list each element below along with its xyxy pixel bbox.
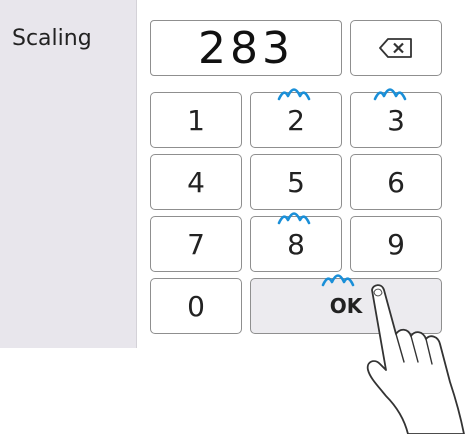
key-5[interactable]: 5 bbox=[250, 154, 342, 210]
key-6[interactable]: 6 bbox=[350, 154, 442, 210]
backspace-icon bbox=[379, 38, 412, 58]
value-display: 283 bbox=[150, 20, 342, 76]
ok-button[interactable]: OK bbox=[250, 278, 442, 334]
key-8[interactable]: 8 bbox=[250, 216, 342, 272]
key-2[interactable]: 2 bbox=[250, 92, 342, 148]
key-9[interactable]: 9 bbox=[350, 216, 442, 272]
key-4[interactable]: 4 bbox=[150, 154, 242, 210]
key-7[interactable]: 7 bbox=[150, 216, 242, 272]
key-0[interactable]: 0 bbox=[150, 278, 242, 334]
setting-label: Scaling bbox=[12, 26, 92, 51]
key-3[interactable]: 3 bbox=[350, 92, 442, 148]
key-1[interactable]: 1 bbox=[150, 92, 242, 148]
backspace-button[interactable] bbox=[350, 20, 442, 76]
setting-panel: Scaling bbox=[0, 0, 136, 348]
